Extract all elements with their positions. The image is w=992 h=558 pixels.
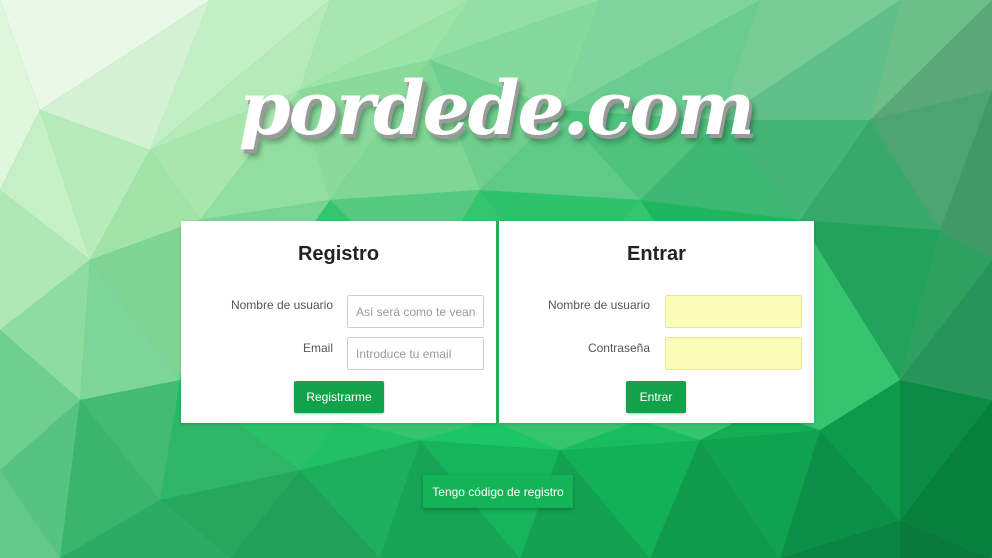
register-email-input[interactable] <box>347 337 484 370</box>
register-panel: Registro Nombre de usuario Email Registr… <box>181 221 496 423</box>
registration-code-button[interactable]: Tengo código de registro <box>423 475 573 508</box>
register-email-label: Email <box>302 341 333 355</box>
register-submit-button[interactable]: Registrarme <box>294 381 384 413</box>
login-username-input[interactable] <box>665 295 802 328</box>
login-password-label: Contraseña <box>587 341 650 355</box>
register-title: Registro <box>297 243 380 265</box>
login-password-input[interactable] <box>665 337 802 370</box>
login-title: Entrar <box>627 243 686 265</box>
register-username-input[interactable] <box>347 295 484 328</box>
site-logo: pordede.com <box>238 66 755 152</box>
login-submit-button[interactable]: Entrar <box>626 381 686 413</box>
login-username-label: Nombre de usuario <box>547 298 650 312</box>
login-panel: Entrar Nombre de usuario Contraseña Entr… <box>499 221 814 423</box>
register-username-label: Nombre de usuario <box>230 298 333 312</box>
page: pordede.com Registro Nombre de usuario E… <box>0 0 992 558</box>
